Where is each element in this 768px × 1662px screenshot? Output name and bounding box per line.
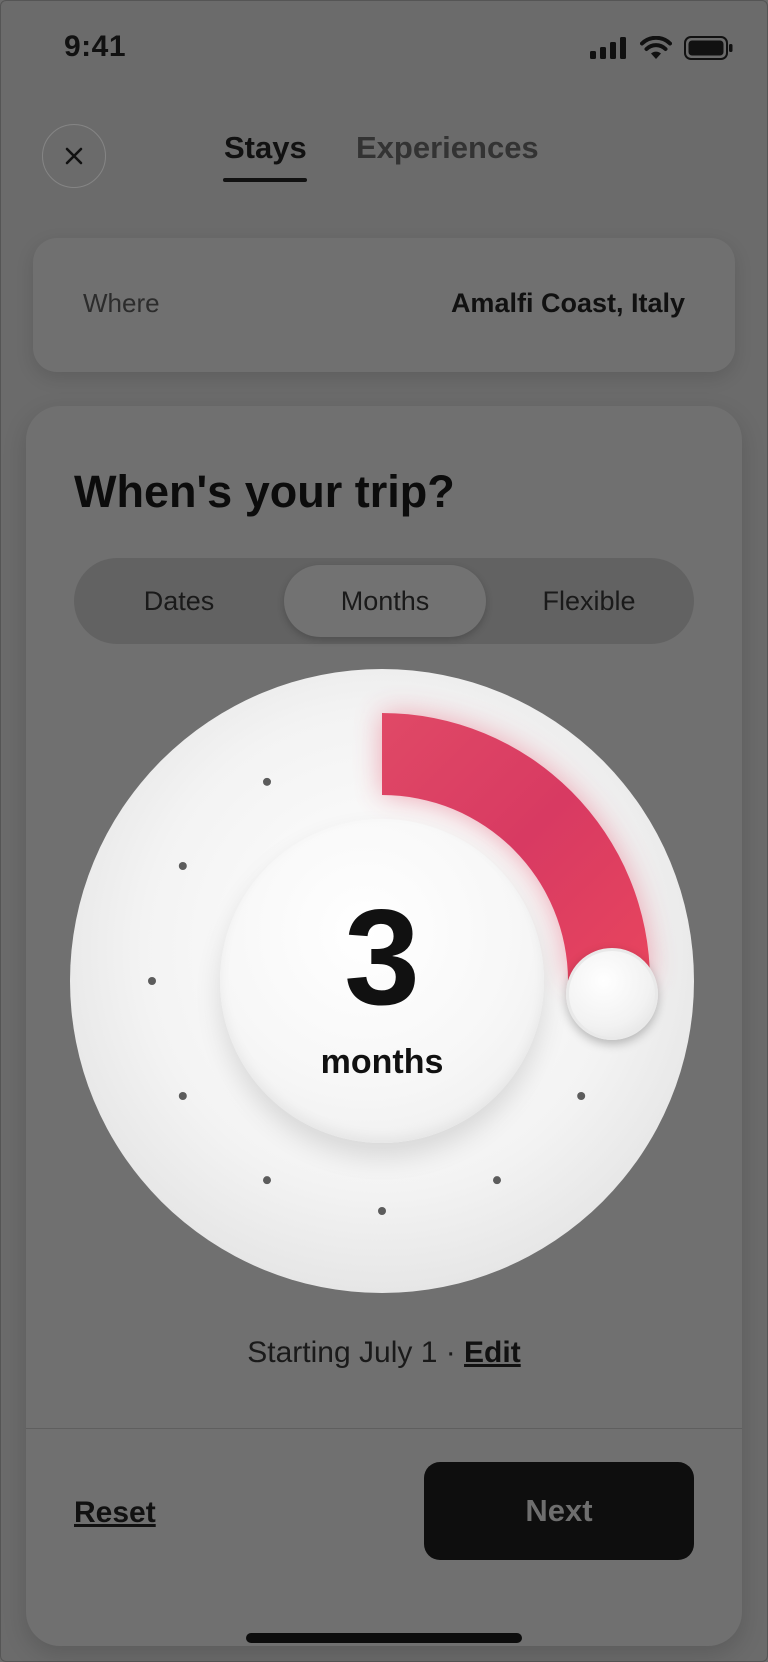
- tab-stays[interactable]: Stays: [224, 130, 307, 166]
- month-tick-dot: [493, 1176, 501, 1185]
- status-time: 9:41: [64, 30, 127, 63]
- next-button[interactable]: Next: [424, 1462, 694, 1560]
- month-tick-dot: [577, 1092, 586, 1100]
- trip-card: When's your trip? Dates Months Flexible: [26, 406, 742, 1646]
- month-tick-dot: [178, 862, 187, 870]
- close-button[interactable]: [42, 124, 106, 188]
- trip-question: When's your trip?: [74, 466, 455, 517]
- segment-flexible[interactable]: Flexible: [504, 558, 674, 644]
- reset-button[interactable]: Reset: [74, 1496, 156, 1530]
- home-indicator: [246, 1633, 522, 1643]
- dial-drag-handle[interactable]: [566, 948, 658, 1040]
- tab-experiences[interactable]: Experiences: [356, 130, 539, 166]
- active-tab-indicator: [223, 178, 307, 182]
- month-tick-dot: [263, 1176, 271, 1185]
- footer-divider: [26, 1428, 742, 1429]
- cellular-signal-icon: [590, 37, 626, 59]
- edit-start-date-link[interactable]: Edit: [464, 1336, 521, 1369]
- dial-center: 3 months: [220, 819, 544, 1143]
- month-tick-dot: [148, 977, 156, 985]
- months-value: 3: [344, 881, 420, 1033]
- months-unit-label: months: [320, 1043, 444, 1081]
- battery-icon: [684, 36, 733, 60]
- where-card[interactable]: Where Amalfi Coast, Italy: [33, 238, 735, 372]
- month-tick-dot: [263, 777, 271, 786]
- segment-dates[interactable]: Dates: [104, 558, 254, 644]
- where-value: Amalfi Coast, Italy: [450, 288, 685, 318]
- status-icons: [590, 36, 734, 60]
- start-date-line: Starting July 1 · Edit: [26, 1336, 742, 1370]
- where-label: Where: [83, 288, 160, 318]
- date-mode-segmented-control: Dates Months Flexible: [74, 558, 694, 644]
- wifi-icon: [640, 36, 672, 59]
- months-dial[interactable]: 3 months: [70, 669, 694, 1293]
- close-icon: [65, 147, 83, 165]
- month-tick-dot: [378, 1207, 386, 1215]
- segment-months[interactable]: Months: [284, 565, 486, 637]
- month-tick-dot: [178, 1092, 187, 1100]
- start-date-text: Starting July 1 ·: [247, 1336, 465, 1369]
